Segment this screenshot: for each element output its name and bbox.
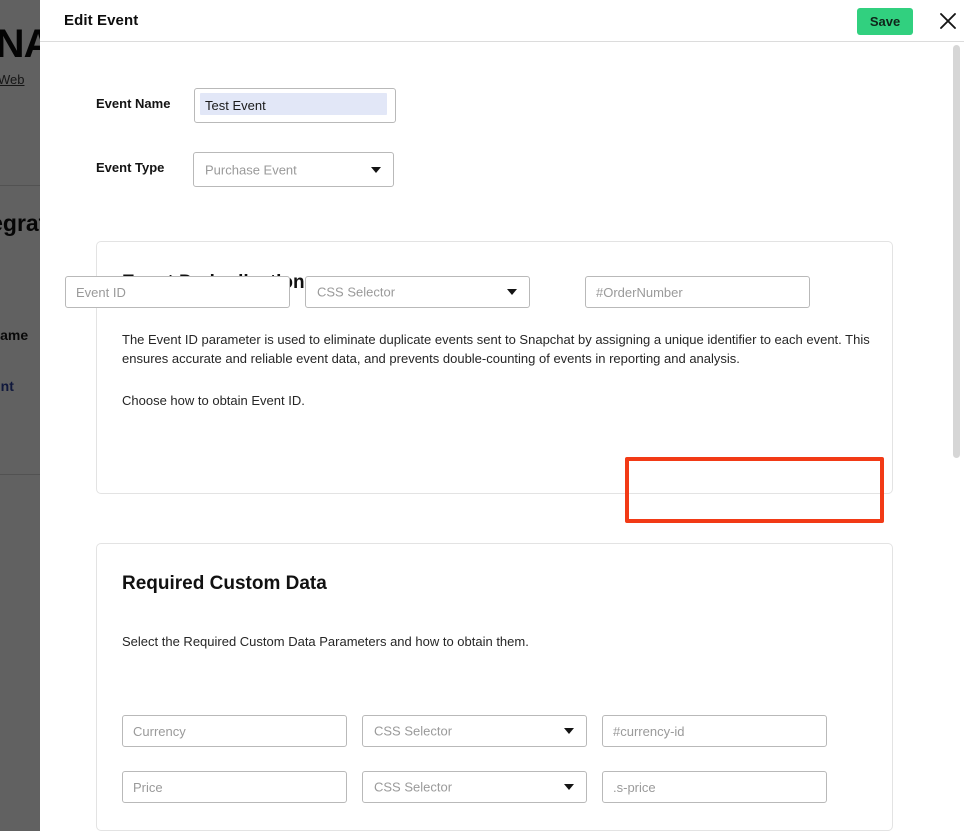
required-custom-data-card: Required Custom Data Select the Required… bbox=[96, 543, 893, 831]
currency-method-select[interactable]: CSS Selector bbox=[362, 715, 587, 747]
chevron-down-icon bbox=[371, 166, 381, 173]
required-custom-data-title: Required Custom Data bbox=[122, 573, 327, 594]
price-selector-input[interactable] bbox=[602, 771, 827, 803]
event-deduplication-description: The Event ID parameter is used to elimin… bbox=[122, 332, 870, 366]
modal-body: Event Name Event Type Purchase Event Eve… bbox=[40, 43, 964, 831]
event-name-label: Event Name bbox=[96, 96, 171, 111]
modal-title: Edit Event bbox=[64, 12, 139, 29]
chevron-down-icon bbox=[564, 728, 574, 734]
event-id-selector-input[interactable] bbox=[585, 276, 810, 308]
event-name-input[interactable] bbox=[194, 88, 396, 123]
price-name-input[interactable] bbox=[122, 771, 347, 803]
save-button[interactable]: Save bbox=[857, 8, 913, 35]
event-type-select-value: Purchase Event bbox=[205, 162, 297, 177]
chevron-down-icon bbox=[507, 289, 517, 295]
event-type-label: Event Type bbox=[96, 160, 165, 175]
currency-method-value: CSS Selector bbox=[374, 723, 453, 739]
event-id-method-value: CSS Selector bbox=[317, 284, 396, 300]
event-deduplication-instruction: Choose how to obtain Event ID. bbox=[122, 393, 305, 408]
close-icon[interactable] bbox=[936, 9, 960, 33]
currency-name-input[interactable] bbox=[122, 715, 347, 747]
event-id-name-input[interactable] bbox=[65, 276, 290, 308]
event-id-method-select[interactable]: CSS Selector bbox=[305, 276, 530, 308]
price-method-select[interactable]: CSS Selector bbox=[362, 771, 587, 803]
price-method-value: CSS Selector bbox=[374, 779, 453, 795]
required-custom-data-description: Select the Required Custom Data Paramete… bbox=[122, 634, 529, 649]
modal-scrollbar-thumb[interactable] bbox=[953, 45, 960, 458]
edit-event-modal: Edit Event Save Event Name Event Type Pu… bbox=[40, 0, 964, 831]
chevron-down-icon bbox=[564, 784, 574, 790]
modal-header: Edit Event Save bbox=[40, 0, 964, 42]
event-type-select[interactable]: Purchase Event bbox=[193, 152, 394, 187]
currency-selector-input[interactable] bbox=[602, 715, 827, 747]
